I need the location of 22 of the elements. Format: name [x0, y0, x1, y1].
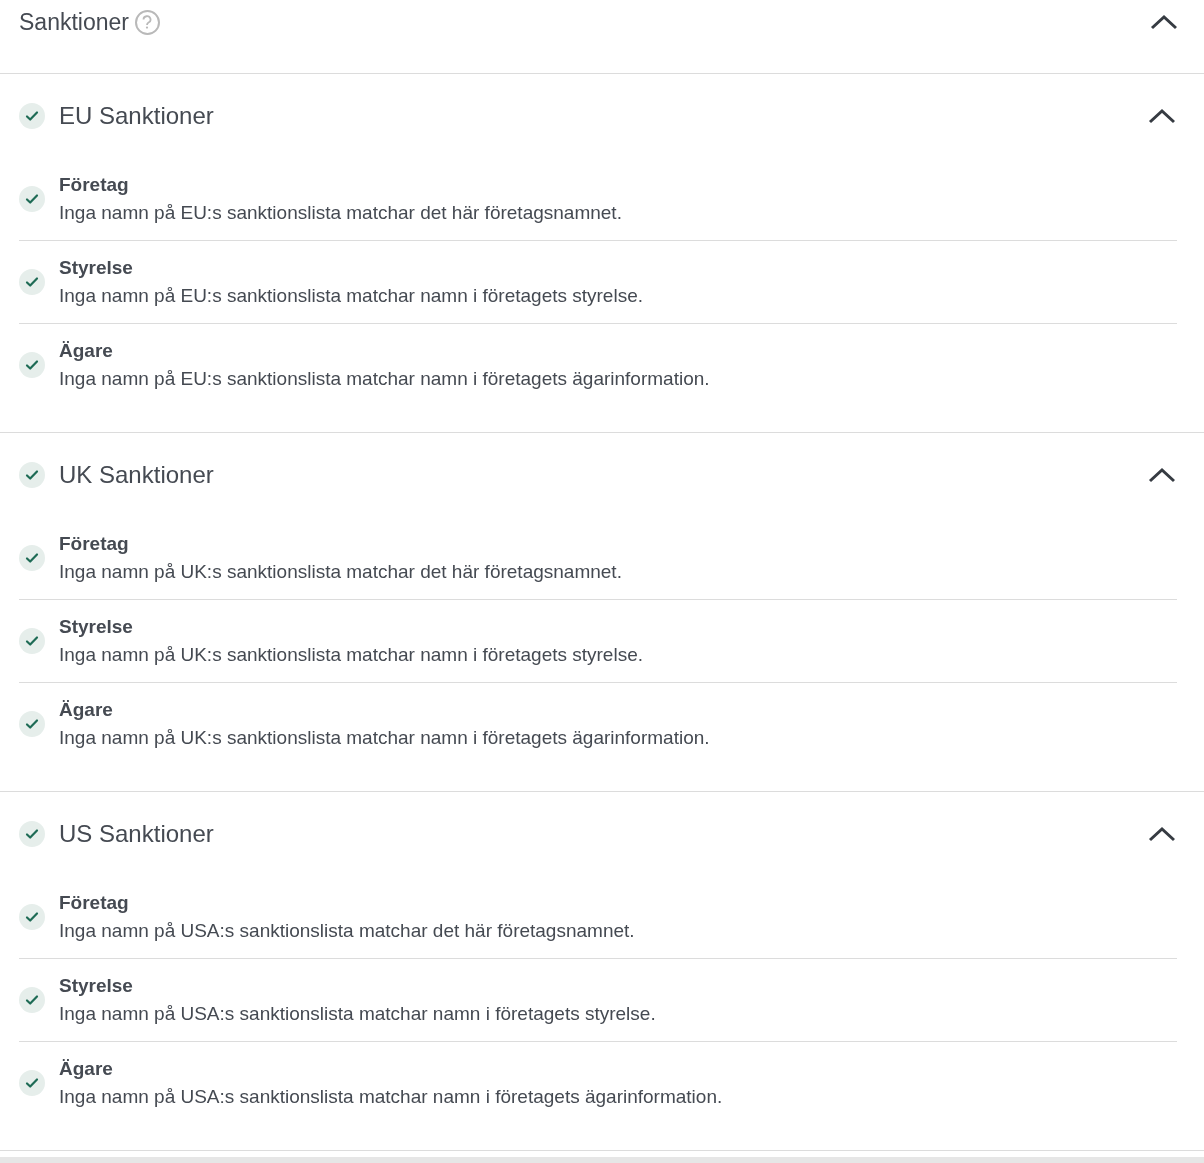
- check-description: Inga namn på EU:s sanktionslista matchar namn i företagets ägarinformation.: [59, 367, 710, 391]
- check-description: Inga namn på USA:s sanktionslista matchar namn i företagets ägarinformation.: [59, 1085, 723, 1109]
- check-title: Ägare: [59, 339, 114, 363]
- check-description: Inga namn på USA:s sanktionslista matchar namn i företagets styrelse.: [59, 1002, 656, 1026]
- check-title: Företag: [59, 173, 130, 197]
- check-title: Styrelse: [59, 256, 134, 280]
- check-description: Inga namn på EU:s sanktionslista matchar namn i företagets styrelse.: [59, 284, 643, 308]
- section-title: Sanktioner: [19, 8, 129, 36]
- check-title: Styrelse: [59, 615, 134, 639]
- section-heading: US Sanktioner: [59, 819, 214, 849]
- check-title: Styrelse: [59, 974, 134, 998]
- check-description: Inga namn på UK:s sanktionslista matchar namn i företagets ägarinformation.: [59, 726, 710, 750]
- check-title: Företag: [59, 891, 130, 915]
- check-description: Inga namn på USA:s sanktionslista matchar det här företagsnamnet.: [59, 919, 635, 943]
- check-description: Inga namn på UK:s sanktionslista matchar det här företagsnamnet.: [59, 560, 622, 584]
- check-description: Inga namn på UK:s sanktionslista matchar namn i företagets styrelse.: [59, 643, 643, 667]
- section-heading: EU Sanktioner: [59, 101, 214, 131]
- check-title: Ägare: [59, 698, 114, 722]
- check-title: Ägare: [59, 1057, 114, 1081]
- check-description: Inga namn på EU:s sanktionslista matchar det här företagsnamnet.: [59, 201, 622, 225]
- check-title: Företag: [59, 532, 130, 556]
- section-heading: UK Sanktioner: [59, 460, 214, 490]
